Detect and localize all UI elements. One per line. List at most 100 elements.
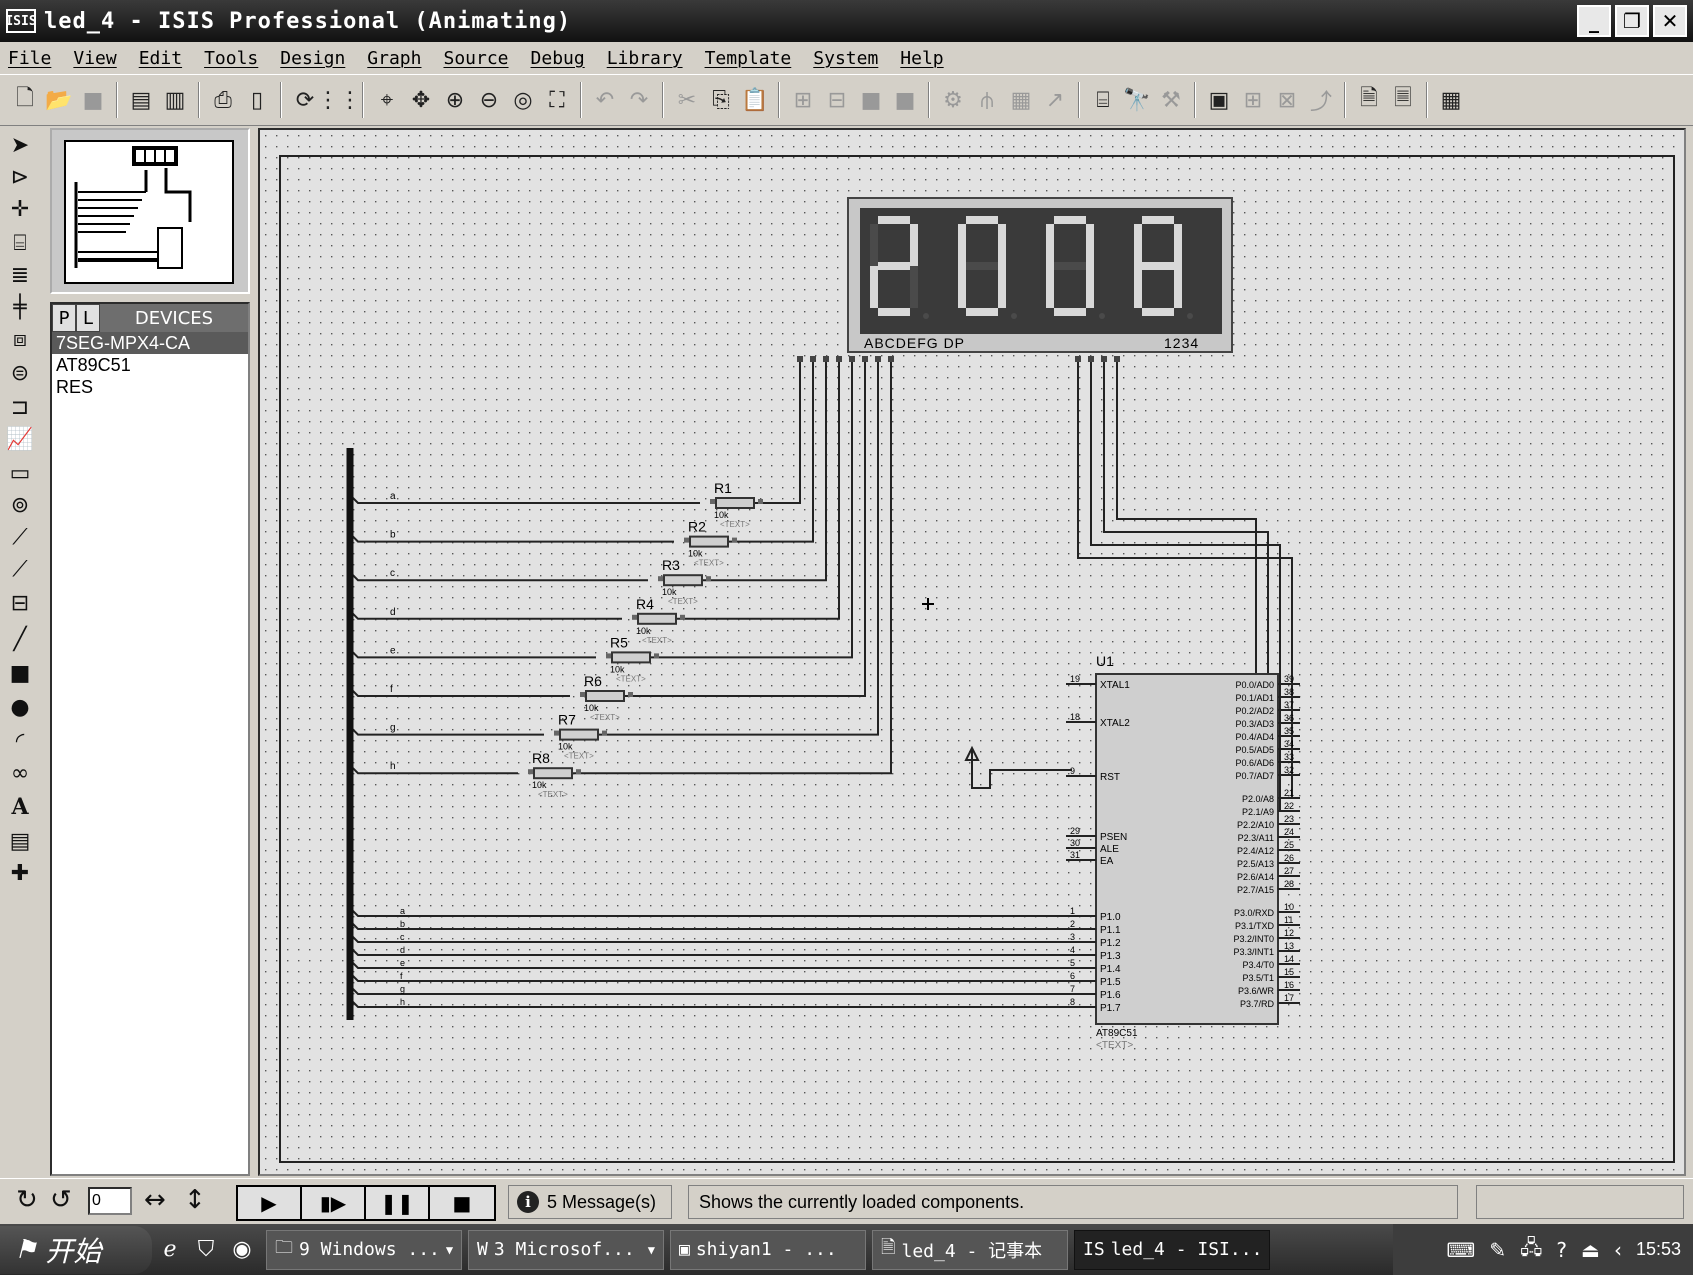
pause-button[interactable]: ❚❚ xyxy=(366,1187,430,1219)
network-icon[interactable]: 🖧 xyxy=(1520,1233,1542,1267)
menu-view[interactable]: View xyxy=(73,48,116,69)
device-item[interactable]: RES xyxy=(52,376,248,398)
stop-button[interactable]: ■ xyxy=(430,1187,494,1219)
resistor-pin[interactable] xyxy=(706,576,711,582)
isis-app-icon[interactable]: ISIS xyxy=(5,9,37,33)
mcu-u1[interactable]: U1 AT89C51 <TEXT> 19XTAL118XTAL29RST29PS… xyxy=(1066,653,1300,1051)
play-button[interactable]: ▶ xyxy=(238,1187,302,1219)
media-icon[interactable]: ◉ xyxy=(224,1237,260,1262)
paste-icon[interactable]: 📋 xyxy=(740,83,770,117)
save-icon[interactable]: ■ xyxy=(78,83,108,117)
resistor-body[interactable] xyxy=(611,651,651,664)
resistor-pin[interactable] xyxy=(632,614,637,620)
display-common-pin[interactable] xyxy=(1088,356,1094,362)
make-device-icon[interactable]: ⫛ xyxy=(972,83,1002,117)
keyboard-icon[interactable]: ⌨ xyxy=(1446,1238,1475,1262)
resistor-pin[interactable] xyxy=(732,537,737,543)
chevron-left-icon[interactable]: ‹ xyxy=(1614,1238,1622,1262)
resistor-pin[interactable] xyxy=(710,499,715,504)
block-copy-icon[interactable]: ⊞ xyxy=(788,83,818,117)
device-item[interactable]: 7SEG-MPX4-CA xyxy=(52,332,248,354)
export-section-icon[interactable]: ▥ xyxy=(160,83,190,117)
zoom-all-icon[interactable]: ◎ xyxy=(508,83,538,117)
new-file-icon[interactable]: 🗋 xyxy=(10,83,40,117)
display-common-pin[interactable] xyxy=(1075,356,1081,362)
bill-of-materials-icon[interactable]: 🗎 xyxy=(1354,83,1384,117)
text-icon[interactable]: A xyxy=(4,792,36,822)
display-segment-pin[interactable] xyxy=(823,356,829,362)
mirror-vertical-icon[interactable]: ↕ xyxy=(184,1185,206,1215)
electrical-rules-icon[interactable]: 🗏 xyxy=(1388,83,1418,117)
overview-window[interactable] xyxy=(50,128,250,294)
resistor-body[interactable] xyxy=(689,535,729,548)
wire-label-icon[interactable]: ⌸ xyxy=(4,228,36,258)
block-delete-icon[interactable]: ■ xyxy=(890,83,920,117)
origin-icon[interactable]: ⌖ xyxy=(372,83,402,117)
menu-tools[interactable]: Tools xyxy=(204,48,258,69)
design-explorer-icon[interactable]: ▣ xyxy=(1204,83,1234,117)
resistor-body[interactable] xyxy=(585,690,625,702)
netlist-to-ares-icon[interactable]: ▦ xyxy=(1436,83,1466,117)
resistor-pin[interactable] xyxy=(758,499,763,504)
taskbar-button[interactable]: W3 Microsof... ▼ xyxy=(468,1229,664,1270)
schematic-canvas[interactable]: ABCDEFG DP 1234 R1 10k <TEXT> R2 10k <TEXT> R3… xyxy=(258,128,1686,1176)
taskbar-button[interactable]: 🗀 9 Windows ... ▼ xyxy=(266,1229,462,1270)
resistor-pin[interactable] xyxy=(528,769,533,775)
path-icon[interactable]: ∞ xyxy=(4,758,36,788)
open-file-icon[interactable]: 📂 xyxy=(44,83,74,117)
zoom-out-icon[interactable]: ⊖ xyxy=(474,83,504,117)
remove-sheet-icon[interactable]: ⊠ xyxy=(1272,83,1302,117)
menu-source[interactable]: Source xyxy=(443,48,508,69)
rotation-angle-input[interactable] xyxy=(88,1187,132,1215)
marker-icon[interactable]: ✚ xyxy=(4,858,36,888)
display-segment-pin[interactable] xyxy=(875,356,881,362)
resistor-pin[interactable] xyxy=(628,692,633,697)
graph-icon[interactable]: 📈 xyxy=(4,424,36,454)
cut-icon[interactable]: ✂ xyxy=(672,83,702,117)
shield-icon[interactable]: ⛉ xyxy=(188,1237,224,1262)
resistor-body[interactable] xyxy=(663,574,703,587)
menu-graph[interactable]: Graph xyxy=(367,48,421,69)
redo-icon[interactable]: ↷ xyxy=(624,83,654,117)
terminals-icon[interactable]: ⊜ xyxy=(4,358,36,388)
menu-library[interactable]: Library xyxy=(607,48,683,69)
minimize-button[interactable]: _ xyxy=(1577,5,1611,37)
menu-file[interactable]: File xyxy=(8,48,51,69)
rotate-anticlockwise-icon[interactable]: ↺ xyxy=(50,1185,72,1215)
display-common-pin[interactable] xyxy=(1114,356,1120,362)
resistor-pin[interactable] xyxy=(606,653,611,659)
line-icon[interactable]: ╱ xyxy=(4,624,36,654)
maximize-button[interactable]: ❐ xyxy=(1615,5,1649,37)
messages-indicator[interactable]: i 5 Message(s) xyxy=(508,1185,672,1219)
ie-icon[interactable]: ℯ xyxy=(152,1237,188,1262)
mirror-horizontal-icon[interactable]: ↔ xyxy=(144,1185,166,1215)
pan-icon[interactable]: ✥ xyxy=(406,83,436,117)
menu-debug[interactable]: Debug xyxy=(531,48,585,69)
safely-remove-icon[interactable]: ⏏ xyxy=(1581,1238,1600,1262)
virtual-instruments-icon[interactable]: ⊟ xyxy=(4,588,36,618)
resistor-pin[interactable] xyxy=(602,730,607,736)
resistor-pin[interactable] xyxy=(680,614,685,620)
copy-icon[interactable]: ⎘ xyxy=(706,83,736,117)
display-segment-pin[interactable] xyxy=(810,356,816,362)
box-icon[interactable]: ■ xyxy=(4,658,36,688)
grid-icon[interactable]: ⋮⋮ xyxy=(317,83,361,117)
display-segment-pin[interactable] xyxy=(836,356,842,362)
resistor-pin[interactable] xyxy=(684,537,689,543)
current-probe-icon[interactable]: ⟋ xyxy=(4,554,36,584)
pen-icon[interactable]: ✎ xyxy=(1489,1238,1506,1262)
set-area-icon[interactable]: ▯ xyxy=(242,83,272,117)
arc-icon[interactable]: ◜ xyxy=(4,726,36,756)
import-section-icon[interactable]: ▤ xyxy=(126,83,156,117)
decompose-icon[interactable]: ↗ xyxy=(1040,83,1070,117)
circle-icon[interactable]: ● xyxy=(4,692,36,722)
search-icon[interactable]: 🔭 xyxy=(1122,83,1152,117)
redraw-icon[interactable]: ⟳ xyxy=(290,83,320,117)
zoom-area-icon[interactable]: ⛶ xyxy=(542,83,572,117)
block-move-icon[interactable]: ⊟ xyxy=(822,83,852,117)
zoom-in-icon[interactable]: ⊕ xyxy=(440,83,470,117)
display-segment-pin[interactable] xyxy=(849,356,855,362)
resistor-pin[interactable] xyxy=(654,653,659,659)
new-sheet-icon[interactable]: ⊞ xyxy=(1238,83,1268,117)
package-tool-icon[interactable]: ▦ xyxy=(1006,83,1036,117)
